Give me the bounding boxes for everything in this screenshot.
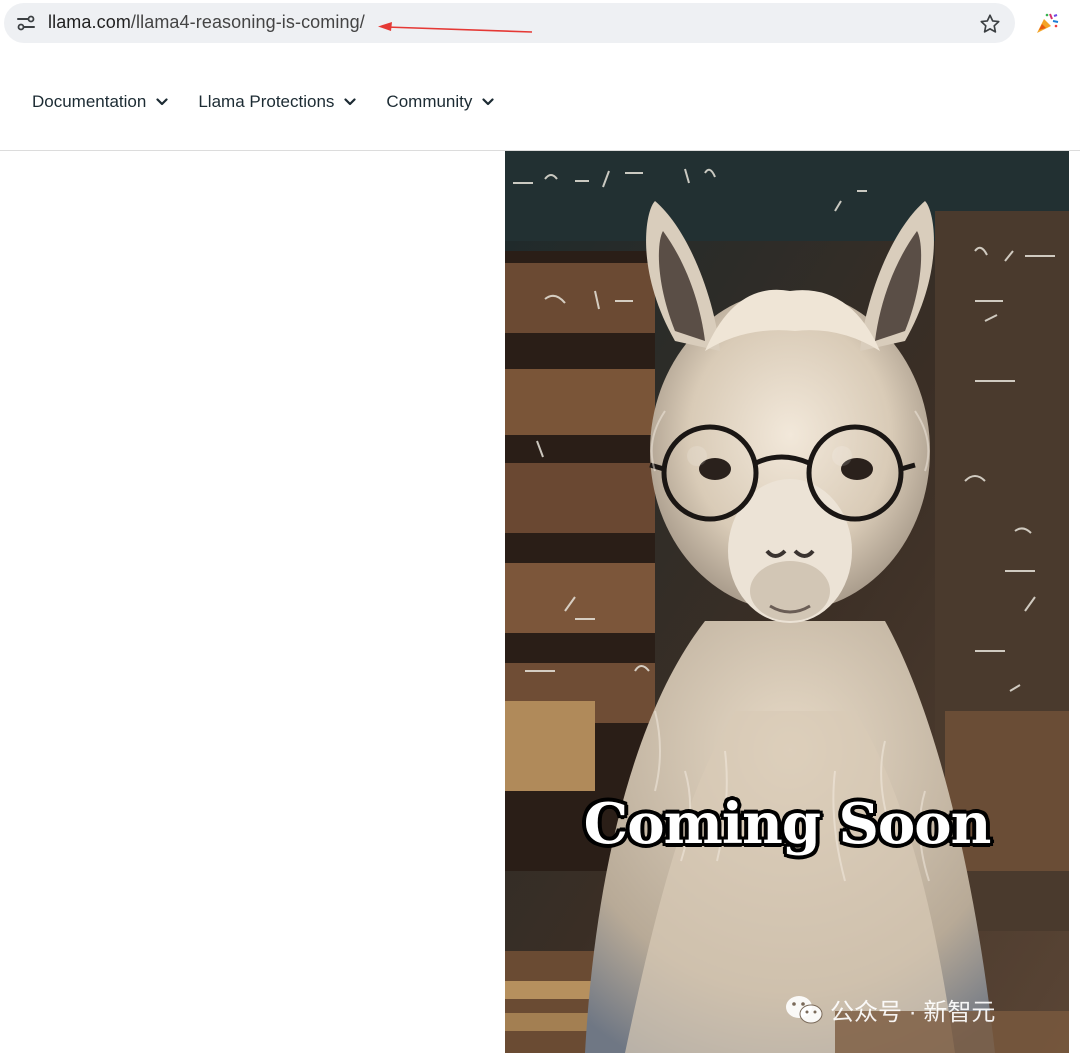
extension-icon[interactable] bbox=[1034, 10, 1060, 36]
nav-item-llama-protections[interactable]: Llama Protections bbox=[198, 92, 357, 112]
chevron-down-icon bbox=[482, 98, 494, 106]
nav-item-label: Documentation bbox=[32, 92, 147, 111]
url-text[interactable]: llama.com/llama4-reasoning-is-coming/ bbox=[48, 12, 365, 33]
nav-item-label: Llama Protections bbox=[198, 92, 335, 111]
site-header: Documentation Llama Protections Communit… bbox=[0, 52, 1080, 151]
chevron-down-icon bbox=[344, 98, 357, 106]
hero-video[interactable]: Coming Soon bbox=[505, 151, 1069, 1053]
browser-toolbar: llama.com/llama4-reasoning-is-coming/ bbox=[0, 0, 1080, 48]
site-info-icon[interactable] bbox=[16, 15, 36, 31]
url-path: /llama4-reasoning-is-coming/ bbox=[130, 12, 365, 32]
coming-soon-text: Coming Soon bbox=[583, 791, 992, 857]
nav-item-documentation[interactable]: Documentation bbox=[32, 92, 168, 112]
chevron-down-icon bbox=[156, 98, 168, 106]
nav-item-community[interactable]: Community bbox=[386, 92, 494, 112]
url-domain: llama.com bbox=[48, 12, 131, 32]
watermark-text: 公众号 · 新智元 bbox=[830, 999, 996, 1026]
watermark: 公众号 · 新智元 bbox=[784, 992, 995, 1027]
nav-item-label: Community bbox=[386, 92, 473, 111]
annotation-arrow bbox=[378, 22, 533, 33]
main-nav: Documentation Llama Protections Communit… bbox=[32, 92, 494, 112]
wechat-icon bbox=[786, 995, 823, 1023]
star-icon[interactable] bbox=[979, 13, 1001, 35]
llama-illustration bbox=[505, 151, 1069, 1053]
